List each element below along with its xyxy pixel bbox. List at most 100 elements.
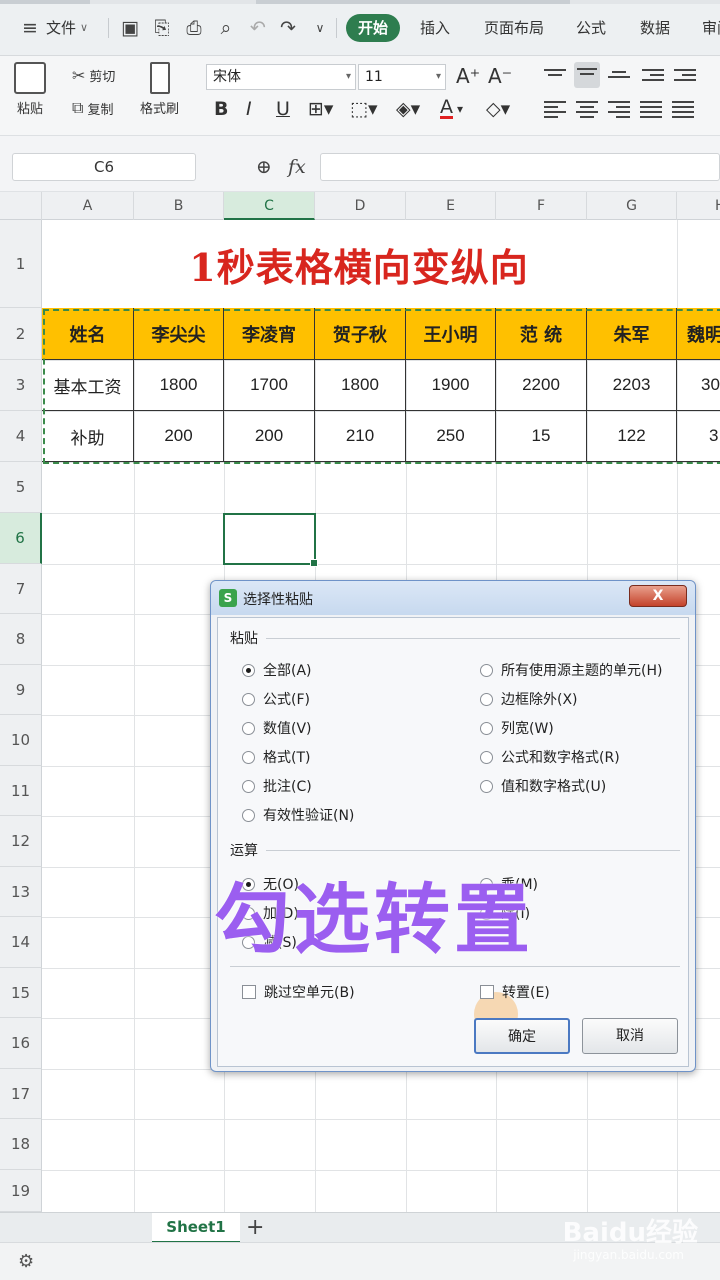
cell-style-button[interactable]: ⬚▾ xyxy=(350,98,378,120)
tab-page-layout[interactable]: 页面布局 xyxy=(484,14,544,42)
distributed-align-icon[interactable] xyxy=(672,98,694,118)
ok-button[interactable]: 确定 xyxy=(474,1018,570,1054)
font-name-select[interactable]: 宋体 ▾ xyxy=(206,64,356,90)
tab-data[interactable]: 数据 xyxy=(640,14,670,42)
cell-a4[interactable]: 补助 xyxy=(42,411,134,462)
tab-review[interactable]: 审阅 xyxy=(702,14,720,42)
fill-color-button[interactable]: ◈▾ xyxy=(396,98,420,120)
row-header-9[interactable]: 9 xyxy=(0,665,42,715)
paste-option-validation[interactable]: 有效性验证(N) xyxy=(242,805,354,825)
macro-record-icon[interactable]: ⚙ xyxy=(18,1251,34,1272)
zoom-icon[interactable]: ⊕ xyxy=(256,156,272,178)
select-all-corner[interactable] xyxy=(0,192,42,220)
undo-button[interactable]: ↶ xyxy=(246,14,270,42)
header-cell-f2[interactable]: 范 统 xyxy=(496,308,587,360)
tab-insert[interactable]: 插入 xyxy=(420,14,450,42)
column-header-d[interactable]: D xyxy=(315,192,406,220)
row-header-15[interactable]: 15 xyxy=(0,968,42,1018)
active-cell-c6[interactable] xyxy=(223,513,318,567)
header-cell-h2[interactable]: 魏明 xyxy=(677,308,720,360)
font-color-button[interactable]: A ▾ xyxy=(440,98,463,119)
row-header-10[interactable]: 10 xyxy=(0,715,42,766)
dialog-title-bar[interactable]: S 选择性粘贴 X xyxy=(211,581,695,615)
row-header-18[interactable]: 18 xyxy=(0,1119,42,1170)
align-left-icon[interactable] xyxy=(544,98,566,118)
align-center-icon[interactable] xyxy=(576,98,598,118)
column-header-b[interactable]: B xyxy=(134,192,224,220)
row-header-11[interactable]: 11 xyxy=(0,766,42,816)
align-middle-icon[interactable] xyxy=(574,62,600,88)
align-bottom-icon[interactable] xyxy=(608,68,630,86)
skip-blanks-checkbox[interactable]: 跳过空单元(B) xyxy=(242,982,355,1002)
paste-option-column-widths[interactable]: 列宽(W) xyxy=(480,718,554,738)
paste-option-formulas[interactable]: 公式(F) xyxy=(242,689,310,709)
print-preview-button[interactable]: ⌕ xyxy=(214,14,238,42)
row-header-2[interactable]: 2 xyxy=(0,308,42,360)
cell-e3[interactable]: 1900 xyxy=(406,360,496,411)
header-cell-a2[interactable]: 姓名 xyxy=(42,308,134,360)
cell-d3[interactable]: 1800 xyxy=(315,360,406,411)
name-box[interactable]: C6 xyxy=(12,153,196,181)
cut-button[interactable]: ✂ 剪切 xyxy=(72,66,115,85)
cancel-button[interactable]: 取消 xyxy=(582,1018,678,1054)
paste-option-comments[interactable]: 批注(C) xyxy=(242,776,312,796)
bold-button[interactable]: B xyxy=(214,98,228,120)
cell-b4[interactable]: 200 xyxy=(134,411,224,462)
cell-g4[interactable]: 122 xyxy=(587,411,677,462)
underline-button[interactable]: U xyxy=(276,98,290,120)
close-button[interactable]: X xyxy=(629,585,687,607)
decrease-indent-icon[interactable] xyxy=(642,66,664,84)
cell-f4[interactable]: 15 xyxy=(496,411,587,462)
paste-option-values-numbers[interactable]: 值和数字格式(U) xyxy=(480,776,606,796)
redo-button[interactable]: ↷ xyxy=(276,14,300,42)
format-painter-button[interactable]: 格式刷 xyxy=(140,62,179,117)
row-header-13[interactable]: 13 xyxy=(0,867,42,917)
column-header-e[interactable]: E xyxy=(406,192,496,220)
header-cell-e2[interactable]: 王小明 xyxy=(406,308,496,360)
cell-f3[interactable]: 2200 xyxy=(496,360,587,411)
font-size-select[interactable]: 11 ▾ xyxy=(358,64,446,90)
cell-g3[interactable]: 2203 xyxy=(587,360,677,411)
paste-option-all[interactable]: 全部(A) xyxy=(242,660,312,680)
cell-b3[interactable]: 1800 xyxy=(134,360,224,411)
sheet-tab-sheet1[interactable]: Sheet1 xyxy=(152,1213,240,1243)
row-header-19[interactable]: 19 xyxy=(0,1170,42,1212)
row-header-1[interactable]: 1 xyxy=(0,220,42,308)
justify-icon[interactable] xyxy=(640,98,662,118)
insert-function-button[interactable]: fx xyxy=(288,156,306,178)
formula-input[interactable] xyxy=(320,153,720,181)
cell-d4[interactable]: 210 xyxy=(315,411,406,462)
export-pdf-button[interactable]: ⎘ xyxy=(150,14,174,42)
row-header-12[interactable]: 12 xyxy=(0,816,42,867)
paste-option-source-theme[interactable]: 所有使用源主题的单元(H) xyxy=(480,660,662,680)
quick-access-dropdown[interactable]: ∨ xyxy=(308,14,332,42)
italic-button[interactable]: I xyxy=(246,98,252,120)
header-cell-c2[interactable]: 李凌宵 xyxy=(224,308,315,360)
sheet-title-cell[interactable]: 1秒表格横向变纵向 xyxy=(42,220,676,308)
file-menu[interactable]: ≡ 文件 ∨ xyxy=(18,14,88,42)
header-cell-d2[interactable]: 贺子秋 xyxy=(315,308,406,360)
cell-c4[interactable]: 200 xyxy=(224,411,315,462)
save-button[interactable]: ▣ xyxy=(118,14,142,42)
row-header-14[interactable]: 14 xyxy=(0,917,42,968)
tab-formulas[interactable]: 公式 xyxy=(576,14,606,42)
row-header-6[interactable]: 6 xyxy=(0,513,42,564)
header-cell-b2[interactable]: 李尖尖 xyxy=(134,308,224,360)
add-sheet-icon[interactable]: + xyxy=(246,1215,264,1240)
row-header-7[interactable]: 7 xyxy=(0,564,42,614)
paste-option-formulas-numbers[interactable]: 公式和数字格式(R) xyxy=(480,747,620,767)
cell-c3[interactable]: 1700 xyxy=(224,360,315,411)
row-header-3[interactable]: 3 xyxy=(0,360,42,411)
align-right-icon[interactable] xyxy=(608,98,630,118)
paste-option-values[interactable]: 数值(V) xyxy=(242,718,312,738)
cell-h3[interactable]: 30 xyxy=(677,360,720,411)
transpose-checkbox[interactable]: 转置(E) xyxy=(480,982,550,1002)
column-header-h[interactable]: H xyxy=(677,192,720,220)
border-button[interactable]: ⊞▾ xyxy=(308,98,333,120)
clear-button[interactable]: ◇▾ xyxy=(486,98,510,120)
column-header-g[interactable]: G xyxy=(587,192,677,220)
cell-e4[interactable]: 250 xyxy=(406,411,496,462)
paste-button[interactable]: 粘贴 xyxy=(14,62,46,117)
column-header-f[interactable]: F xyxy=(496,192,587,220)
cell-h4[interactable]: 3 xyxy=(677,411,720,462)
